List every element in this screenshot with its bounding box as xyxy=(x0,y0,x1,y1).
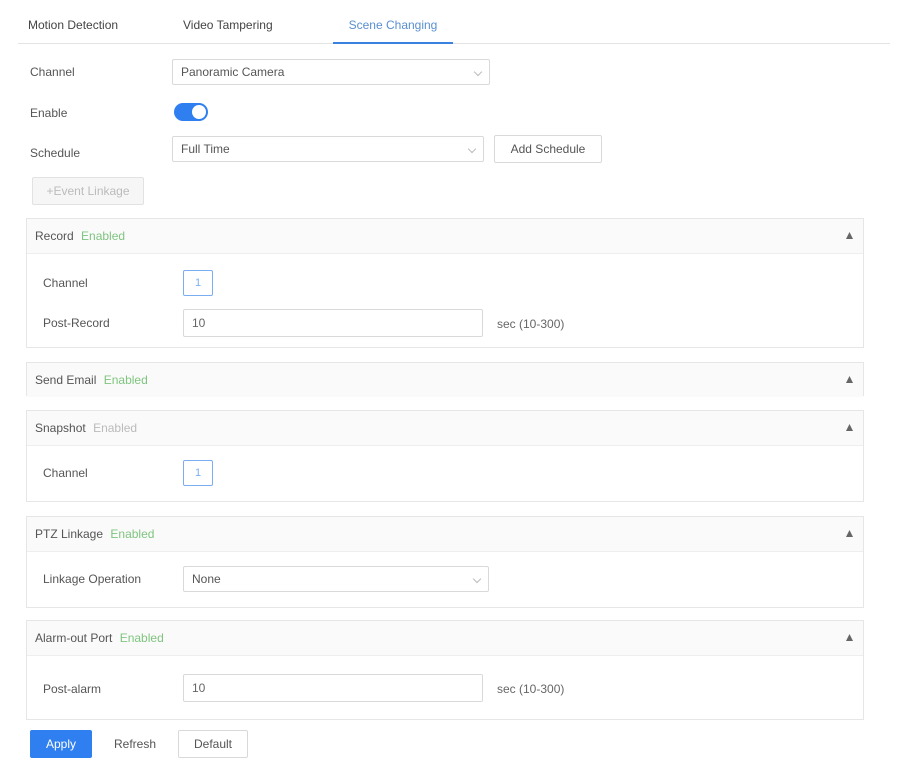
scene-changing-page: Motion Detection Video Tampering Scene C… xyxy=(0,0,904,758)
ptz-linkage-body: Linkage Operation None xyxy=(27,551,863,607)
snapshot-channel-label: Channel xyxy=(43,466,88,480)
linkage-operation-label: Linkage Operation xyxy=(43,572,142,586)
default-button[interactable]: Default xyxy=(178,730,248,758)
channel-select-value: Panoramic Camera xyxy=(181,65,285,79)
tab-scene-changing[interactable]: Scene Changing xyxy=(333,10,453,44)
tab-video-tampering[interactable]: Video Tampering xyxy=(183,10,333,44)
record-status: Enabled xyxy=(81,229,126,243)
chevron-down-icon xyxy=(473,67,483,77)
schedule-select[interactable]: Full Time xyxy=(172,136,484,162)
ptz-linkage-status: Enabled xyxy=(110,527,155,541)
post-alarm-unit: sec (10-300) xyxy=(497,682,565,696)
enable-label: Enable xyxy=(30,106,68,120)
alarm-out-status: Enabled xyxy=(119,631,164,645)
snapshot-section: Snapshot Enabled Channel 1 xyxy=(26,410,864,502)
channel-label: Channel xyxy=(30,65,75,79)
collapse-icon[interactable] xyxy=(846,530,853,537)
alarm-out-header[interactable]: Alarm-out Port Enabled xyxy=(27,621,863,655)
snapshot-header[interactable]: Snapshot Enabled xyxy=(27,411,863,445)
snapshot-status: Enabled xyxy=(93,421,138,435)
record-header[interactable]: Record Enabled xyxy=(27,219,863,253)
post-record-input[interactable]: 10 xyxy=(183,309,483,337)
tab-motion-detection[interactable]: Motion Detection xyxy=(18,10,183,44)
alarm-out-body: Post-alarm 10 sec (10-300) xyxy=(27,655,863,719)
event-linkage-button[interactable]: +Event Linkage xyxy=(32,177,144,205)
enable-toggle[interactable] xyxy=(174,103,208,121)
send-email-title: Send Email xyxy=(35,373,97,387)
alarm-out-title: Alarm-out Port xyxy=(35,631,113,645)
post-record-unit: sec (10-300) xyxy=(497,317,565,331)
linkage-operation-value: None xyxy=(192,572,221,586)
record-section: Record Enabled Channel 1 Post-Record 10 … xyxy=(26,218,864,348)
send-email-status: Enabled xyxy=(103,373,148,387)
ptz-linkage-title: PTZ Linkage xyxy=(35,527,104,541)
chevron-down-icon xyxy=(472,574,482,584)
schedule-label: Schedule xyxy=(30,146,81,160)
snapshot-title: Snapshot xyxy=(35,421,86,435)
ptz-linkage-header[interactable]: PTZ Linkage Enabled xyxy=(27,517,863,551)
snapshot-channel-checkbox[interactable]: 1 xyxy=(183,460,213,486)
post-alarm-label: Post-alarm xyxy=(43,682,102,696)
post-record-label: Post-Record xyxy=(43,316,110,330)
ptz-linkage-section: PTZ Linkage Enabled Linkage Operation No… xyxy=(26,516,864,608)
record-channel-checkbox[interactable]: 1 xyxy=(183,270,213,296)
toggle-knob xyxy=(192,105,206,119)
collapse-icon[interactable] xyxy=(846,376,853,383)
collapse-icon[interactable] xyxy=(846,232,853,239)
refresh-button[interactable]: Refresh xyxy=(102,730,168,758)
schedule-select-value: Full Time xyxy=(181,142,230,156)
add-schedule-button[interactable]: Add Schedule xyxy=(494,135,602,163)
linkage-operation-select[interactable]: None xyxy=(183,566,489,592)
alarm-out-section: Alarm-out Port Enabled Post-alarm 10 sec… xyxy=(26,620,864,720)
collapse-icon[interactable] xyxy=(846,634,853,641)
collapse-icon[interactable] xyxy=(846,424,853,431)
snapshot-body: Channel 1 xyxy=(27,445,863,501)
post-alarm-input[interactable]: 10 xyxy=(183,674,483,702)
apply-button[interactable]: Apply xyxy=(30,730,92,758)
record-channel-label: Channel xyxy=(43,276,88,290)
channel-select[interactable]: Panoramic Camera xyxy=(172,59,490,85)
send-email-header[interactable]: Send Email Enabled xyxy=(27,363,863,397)
chevron-down-icon xyxy=(467,144,477,154)
send-email-section: Send Email Enabled xyxy=(26,362,864,397)
record-title: Record xyxy=(35,229,74,243)
tab-bar: Motion Detection Video Tampering Scene C… xyxy=(18,10,890,44)
record-body: Channel 1 Post-Record 10 sec (10-300) xyxy=(27,253,863,347)
